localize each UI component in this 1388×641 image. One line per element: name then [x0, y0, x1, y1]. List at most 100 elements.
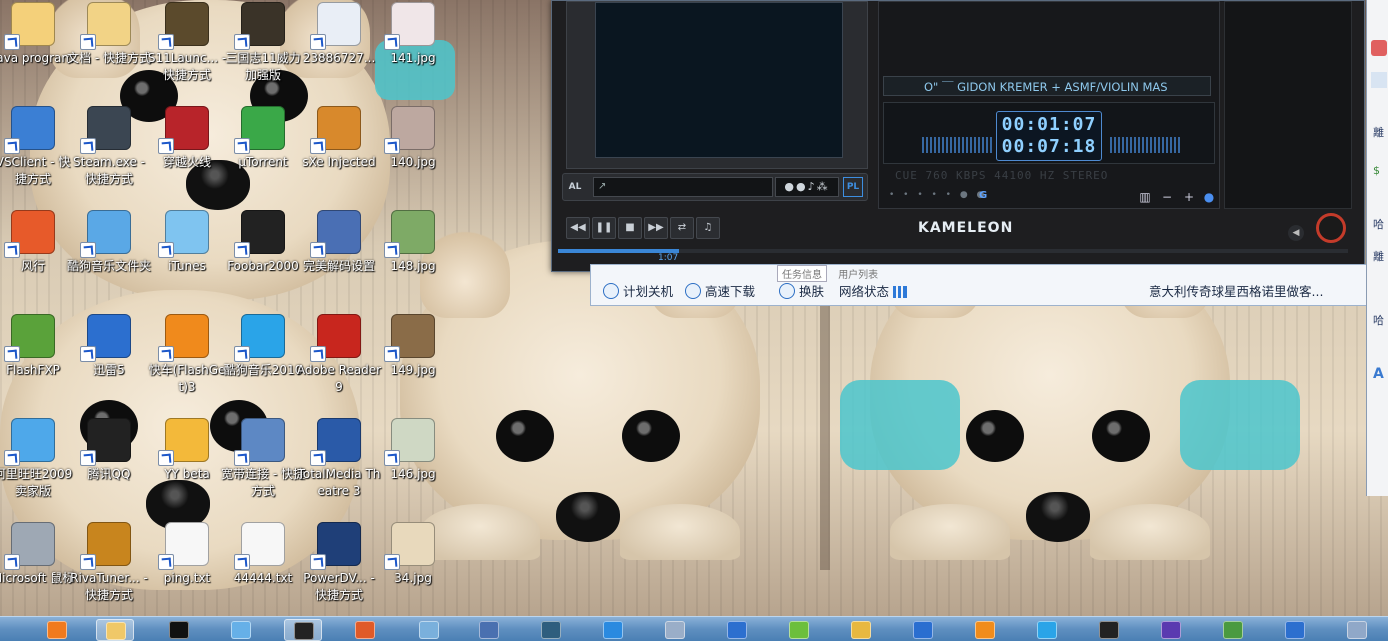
music-note-button[interactable]: ♫ — [696, 217, 720, 239]
taskbar-button-info[interactable] — [966, 619, 1004, 641]
app-icon[interactable] — [1371, 40, 1387, 56]
plus-button[interactable]: + — [1181, 190, 1197, 204]
desktop-icon-label: 文档 - 快捷方式 — [67, 51, 151, 65]
media-player-icon — [47, 621, 67, 639]
desktop-icon[interactable]: 腾讯QQ — [70, 416, 148, 520]
playlist-list[interactable] — [595, 2, 843, 158]
pl-toggle-button[interactable]: PL — [843, 177, 863, 197]
playlist-tool-buttons[interactable]: ●●♪⁂ — [775, 177, 839, 197]
news-ticker[interactable]: 意大利传奇球星西格诺里做客... — [1149, 283, 1323, 301]
desktop-icon[interactable]: 44444.txt — [224, 520, 302, 624]
desktop-icon[interactable]: 酷狗音乐文件夹 — [67, 208, 151, 312]
desktop-icon[interactable]: iTunes — [148, 208, 226, 312]
app-icon[interactable] — [1371, 72, 1387, 88]
taskbar-button-cmd[interactable] — [160, 619, 198, 641]
taskbar-button-office[interactable] — [346, 619, 384, 641]
network-status-button[interactable]: 网络状态 — [839, 283, 907, 301]
desktop-icon[interactable]: TotalMedia Theatre 3 — [298, 416, 380, 520]
tab-task-info[interactable]: 任务信息 — [777, 265, 827, 282]
schedule-shutdown-button[interactable]: 计划关机 — [603, 283, 673, 301]
network-status-label: 网络状态 — [839, 284, 890, 299]
taskbar-button-ie[interactable] — [594, 619, 632, 641]
desktop-icon[interactable]: sXe Injected — [300, 104, 378, 208]
taskbar-button-gpu[interactable] — [1214, 619, 1252, 641]
desktop-icon[interactable]: Microsoft 鼠标 — [0, 520, 74, 624]
repeat-button[interactable]: ⇄ — [670, 217, 694, 239]
al-icon[interactable]: AL — [565, 176, 585, 198]
desktop-icon[interactable]: Steam.exe - 快捷方式 — [70, 104, 148, 208]
taskbar-button-qq[interactable] — [1090, 619, 1128, 641]
playlist-search-input[interactable]: ↗ — [593, 177, 773, 197]
change-skin-button[interactable]: 换肤 — [779, 283, 824, 301]
taskbar-button-tools[interactable] — [1338, 619, 1376, 641]
desktop-icon[interactable]: 酷狗音乐2010 — [224, 312, 302, 416]
desktop-icon[interactable]: 23886727... — [300, 0, 378, 104]
next-button[interactable]: ▶▶ — [644, 217, 668, 239]
dots-indicator: • • • • • ● ● — [889, 190, 988, 200]
desktop-icon[interactable]: 穿越火线 — [148, 104, 226, 208]
minus-button[interactable]: − — [1159, 190, 1175, 204]
shortcut-arrow-icon — [234, 242, 250, 258]
desktop-icon[interactable]: FlashFXP — [0, 312, 72, 416]
desktop-icon[interactable]: 148.jpg — [374, 208, 452, 312]
taskbar-button-xunlei2[interactable] — [1276, 619, 1314, 641]
blue-dot-icon[interactable]: ● — [1201, 190, 1217, 204]
desktop-icon[interactable]: java program — [0, 0, 73, 104]
desktop-icon[interactable]: 140.jpg — [374, 104, 452, 208]
volume-knob[interactable] — [1316, 213, 1346, 243]
desktop-icon[interactable]: 34.jpg — [374, 520, 452, 624]
taskbar-button-kugou[interactable] — [1028, 619, 1066, 641]
g-indicator[interactable]: G — [979, 190, 987, 201]
taskbar-button-pps[interactable] — [780, 619, 818, 641]
pause-button[interactable]: ❚❚ — [592, 217, 616, 239]
desktop-icon[interactable]: 146.jpg — [374, 416, 452, 520]
desktop-icon[interactable]: Foobar2000 — [224, 208, 302, 312]
desktop-icon[interactable]: 宽带连接 - 快捷方式 — [221, 416, 305, 520]
desktop-icon[interactable]: Adobe Reader 9 — [297, 312, 381, 416]
desktop-icon[interactable]: 149.jpg — [374, 312, 452, 416]
cmd-icon — [169, 621, 189, 639]
desktop-icon[interactable]: RivaTuner... - 快捷方式 — [70, 520, 148, 624]
stop-button[interactable]: ■ — [618, 217, 642, 239]
taskbar-button-explorer[interactable] — [96, 619, 134, 641]
desktop-icon[interactable]: S11Launc... - 快捷方式 — [148, 0, 226, 104]
desktop-icon[interactable]: 快车(FlashGet)3 — [148, 312, 226, 416]
office-icon — [355, 621, 375, 639]
taskbar-button-media-player[interactable] — [38, 619, 76, 641]
desktop-icon[interactable]: 三国志11威力加强版 — [224, 0, 302, 104]
desktop-icon[interactable]: YY beta — [148, 416, 226, 520]
desktop-icon[interactable]: 阿里旺旺2009卖家版 — [0, 416, 72, 520]
taskbar-button-xunlei[interactable] — [718, 619, 756, 641]
speaker-icon[interactable]: ◀ — [1288, 225, 1304, 241]
right-edge-window[interactable]: 離 $ 哈 離 哈 A — [1366, 0, 1388, 496]
shortcut-arrow-icon — [310, 242, 326, 258]
signal-bars-icon — [893, 286, 907, 298]
taskbar-button-notepad[interactable] — [410, 619, 448, 641]
desktop-icon[interactable]: 风行 — [0, 208, 72, 312]
prev-button[interactable]: ◀◀ — [566, 217, 590, 239]
shortcut-arrow-icon — [384, 34, 400, 50]
high-speed-download-button[interactable]: 高速下载 — [685, 283, 755, 301]
desktop-icon[interactable]: 完美解码设置 — [300, 208, 378, 312]
total-time: 00:07:18 — [1001, 136, 1097, 157]
taskbar-button-audition[interactable] — [532, 619, 570, 641]
tab-user-list[interactable]: 用户列表 — [838, 270, 878, 281]
desktop-icon[interactable]: 141.jpg — [374, 0, 452, 104]
taskbar-button-feather[interactable] — [904, 619, 942, 641]
eq-icon[interactable]: ▥ — [1137, 190, 1153, 204]
taskbar-button-foobar[interactable] — [284, 619, 322, 641]
desktop-icon-label: Steam.exe - 快捷方式 — [73, 155, 145, 186]
taskbar-button-media[interactable] — [1152, 619, 1190, 641]
desktop-icon[interactable]: µTorrent — [224, 104, 302, 208]
taskbar-button-game[interactable] — [842, 619, 880, 641]
desktop-icon[interactable]: ping.txt — [148, 520, 226, 624]
desktop-icon[interactable]: PowerDV... - 快捷方式 — [300, 520, 378, 624]
desktop-icon[interactable]: 文档 - 快捷方式 — [67, 0, 151, 104]
taskbar-button-taskmgr[interactable] — [656, 619, 694, 641]
kameleon-player-window[interactable]: AL ↗ ●●♪⁂ PL O" ￣ GIDON KREMER + ASMF/VI… — [551, 0, 1365, 272]
change-skin-label: 换肤 — [799, 284, 825, 299]
taskbar-button-itunes[interactable] — [222, 619, 260, 641]
desktop-icon[interactable]: 迅雷5 — [70, 312, 148, 416]
desktop-icon[interactable]: VSClient - 快捷方式 — [0, 104, 72, 208]
taskbar-button-network[interactable] — [470, 619, 508, 641]
